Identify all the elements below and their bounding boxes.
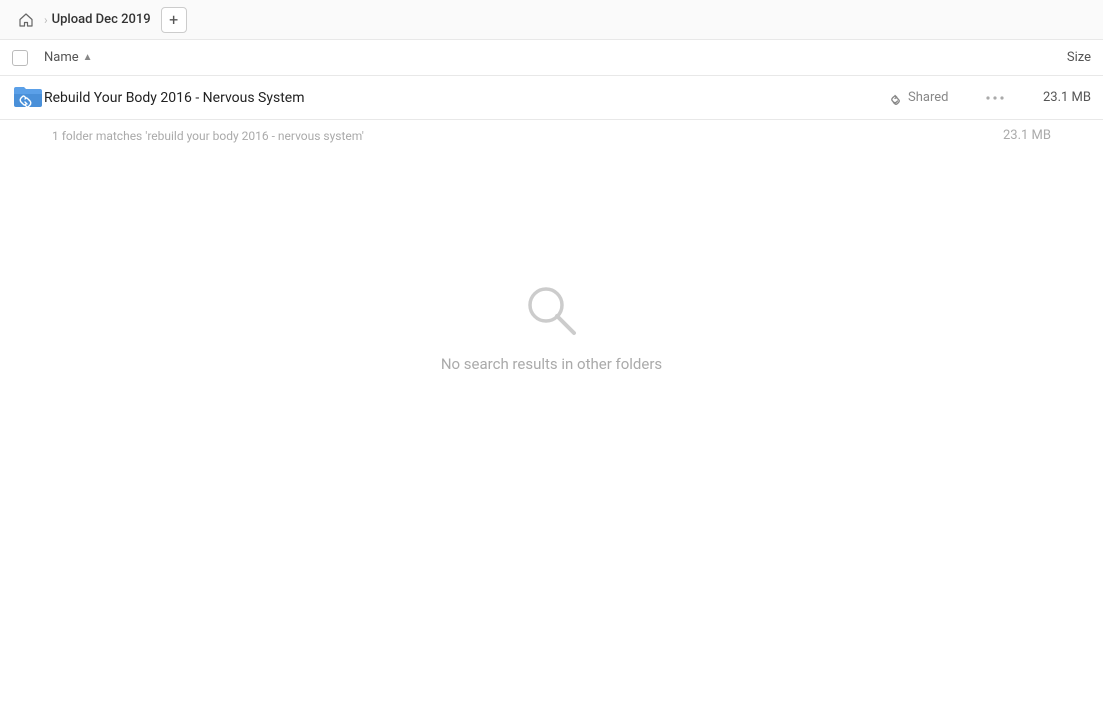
empty-state-message: No search results in other folders (441, 355, 662, 373)
select-all-checkbox[interactable] (12, 50, 44, 66)
table-row[interactable]: Rebuild Your Body 2016 - Nervous System … (0, 76, 1103, 120)
add-button[interactable]: + (161, 7, 187, 33)
no-results-icon (522, 281, 582, 341)
match-info-text: 1 folder matches 'rebuild your body 2016… (52, 129, 971, 143)
home-button[interactable] (12, 6, 40, 34)
breadcrumb-separator: › (44, 13, 48, 27)
folder-icon (12, 87, 44, 109)
size-column-header: Size (1011, 50, 1091, 65)
column-header-row: Name ▲ Size (0, 40, 1103, 76)
breadcrumb-title: Upload Dec 2019 (52, 12, 151, 27)
checkbox[interactable] (12, 50, 28, 66)
file-size: 23.1 MB (1011, 90, 1091, 105)
more-options-button[interactable] (979, 96, 1011, 100)
breadcrumb-bar: › Upload Dec 2019 + (0, 0, 1103, 40)
sort-arrow-icon: ▲ (83, 52, 93, 63)
match-info-size: 23.1 MB (971, 128, 1051, 143)
match-info-row: 1 folder matches 'rebuild your body 2016… (0, 120, 1103, 151)
file-name: Rebuild Your Body 2016 - Nervous System (44, 90, 889, 106)
name-column-header[interactable]: Name ▲ (44, 50, 1011, 65)
empty-state: No search results in other folders (0, 151, 1103, 373)
link-icon (889, 91, 903, 105)
shared-status: Shared (889, 90, 979, 105)
